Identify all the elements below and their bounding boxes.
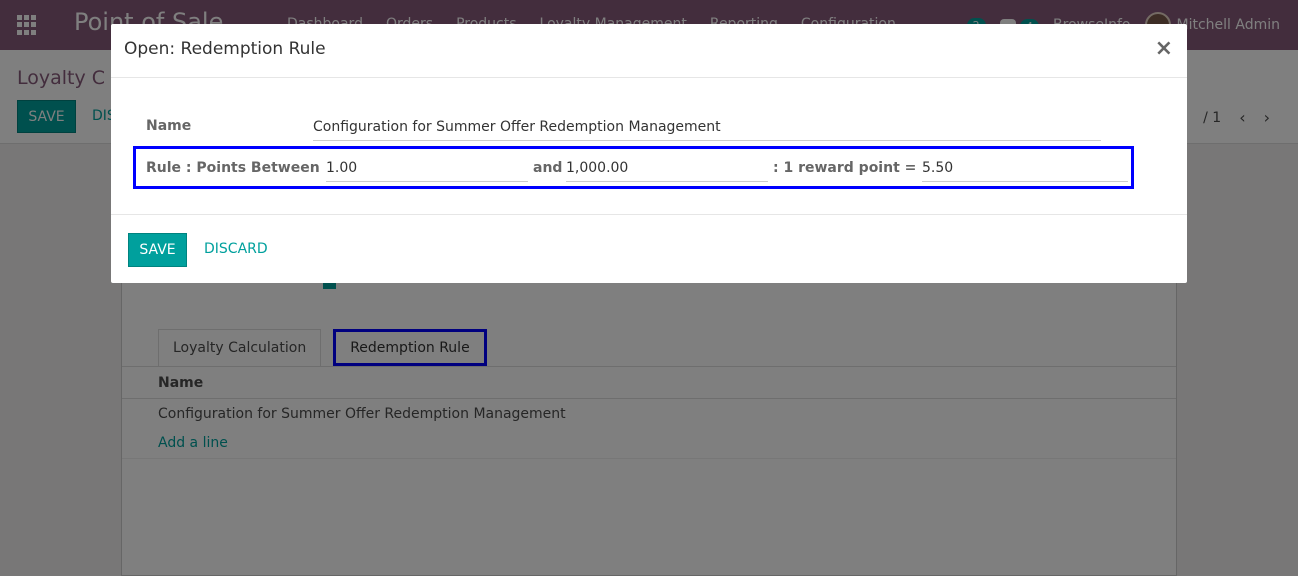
points-to-underline [566, 181, 768, 182]
modal-footer: SAVE DISCARD [111, 214, 1187, 283]
name-field-underline [313, 140, 1101, 141]
modal-title: Open: Redemption Rule [124, 39, 326, 59]
modal-save-button[interactable]: SAVE [128, 233, 187, 267]
and-label: and [533, 160, 563, 176]
reward-value-underline [922, 181, 1128, 182]
points-to-field[interactable]: 1,000.00 [566, 160, 628, 176]
reward-value-field[interactable]: 5.50 [922, 160, 953, 176]
close-icon[interactable]: × [1155, 37, 1173, 61]
modal-body: Name Configuration for Summer Offer Rede… [111, 78, 1187, 214]
name-field[interactable]: Configuration for Summer Offer Redemptio… [313, 119, 721, 135]
rule-label: Rule : Points Between [146, 160, 320, 176]
redemption-rule-dialog: Open: Redemption Rule × Name Configurati… [111, 24, 1187, 283]
modal-header: Open: Redemption Rule × [111, 24, 1187, 78]
name-label: Name [146, 118, 192, 134]
points-from-underline [326, 181, 528, 182]
reward-label: : 1 reward point = [773, 160, 917, 176]
points-from-field[interactable]: 1.00 [326, 160, 357, 176]
modal-discard-button[interactable]: DISCARD [204, 241, 268, 257]
